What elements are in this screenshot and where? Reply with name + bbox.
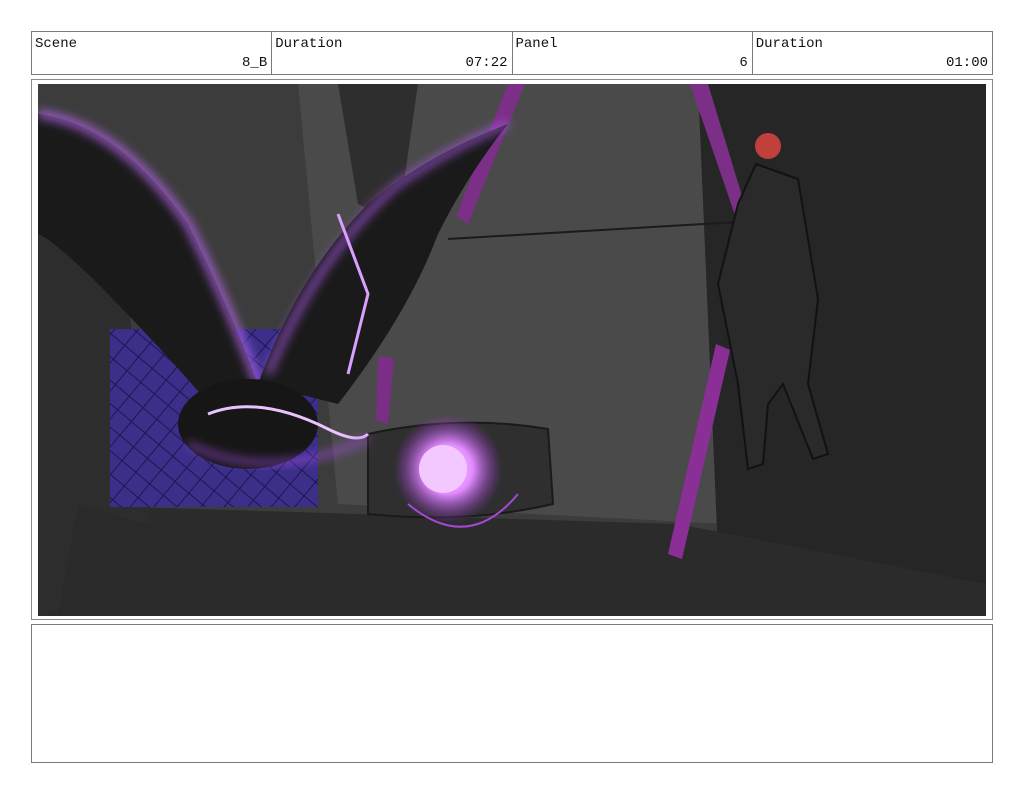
- scene-label: Scene: [35, 36, 78, 52]
- panel-illustration: [38, 84, 986, 616]
- panel-duration-cell: Duration 01:00: [753, 32, 992, 74]
- scene-duration-label: Duration: [275, 36, 343, 52]
- panel-duration-label: Duration: [755, 36, 823, 52]
- panel-cell: Panel 6: [513, 32, 753, 74]
- scene-duration-cell: Duration 07:22: [272, 32, 513, 74]
- panel-notes-box[interactable]: [31, 624, 993, 763]
- scene-cell: Scene 8_B: [32, 32, 273, 74]
- storyboard-header: Scene 8_B Duration 07:22 Panel 6 Duratio…: [31, 31, 993, 75]
- storyboard-panel-image: [38, 84, 986, 616]
- panel-value: 6: [739, 55, 748, 71]
- panel-duration-value: 01:00: [945, 55, 988, 71]
- scene-value: 8_B: [242, 55, 268, 71]
- panel-label: Panel: [515, 36, 558, 52]
- scene-duration-value: 07:22: [465, 55, 508, 71]
